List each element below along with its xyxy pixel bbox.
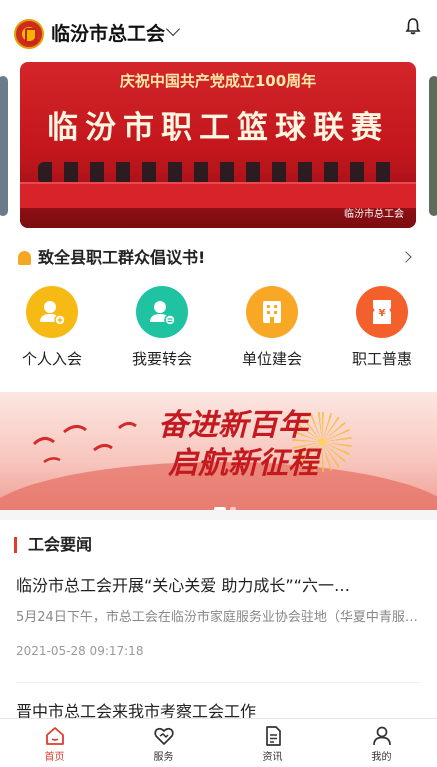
action-worker-benefits[interactable]: ¥ 职工普惠 [332,286,432,369]
chevron-right-icon[interactable] [400,251,412,263]
quick-actions: 个人入会 我要转会 单位建会 ¥ 职工普惠 [0,286,437,376]
article-summary: 5月24日下午，市总工会在临汾市家庭服务业协会驻地（华夏中青服… [16,610,418,625]
action-label: 单位建会 [241,350,302,368]
action-found-union[interactable]: 单位建会 [222,286,322,369]
tab-service[interactable]: 服务 [109,719,218,767]
banner-slide[interactable]: 庆祝中国共产党成立100周年 临汾市职工篮球联赛 临汾市总工会 [20,62,416,228]
tab-label: 服务 [153,752,174,763]
service-icon [153,727,174,745]
banner-carousel[interactable]: 庆祝中国共产党成立100周年 临汾市职工篮球联赛 临汾市总工会 [0,62,437,228]
banner-people [38,162,398,184]
union-logo [14,19,44,49]
banner-prev-peek[interactable] [0,76,8,216]
action-label: 职工普惠 [351,350,412,368]
home-icon [45,727,64,745]
action-transfer-union[interactable]: 我要转会 [112,286,212,369]
tab-label: 首页 [44,752,65,763]
article-separator [16,682,420,683]
banner-next-peek[interactable] [429,76,437,216]
notice-text[interactable]: 致全县职工群众倡议书! [38,246,205,270]
banner-subtitle: 庆祝中国共产党成立100周年 [119,72,317,90]
promo-slogan-2: 启航新征程 [168,446,318,481]
person-add-icon [26,286,78,338]
chevron-down-icon[interactable] [165,21,181,37]
action-label: 我要转会 [131,350,192,368]
tab-news[interactable]: 资讯 [218,719,327,767]
bottom-tab-bar: 首页 服务 资讯 我的 [0,718,437,767]
building-icon [246,286,298,338]
tab-profile[interactable]: 我的 [327,719,436,767]
notice-bar[interactable]: 致全县职工群众倡议书! [18,246,418,270]
tab-home[interactable]: 首页 [0,719,109,767]
voucher-icon: ¥ [356,286,408,338]
tab-label: 我的 [371,752,392,763]
action-join-union[interactable]: 个人入会 [2,286,102,369]
org-title[interactable]: 临汾市总工会 [51,19,165,49]
section-title: 工会要闻 [28,535,93,554]
article-date: 2021-05-28 09:17:18 [16,644,144,658]
news-article[interactable]: 临汾市总工会开展“关心关爱 助力成长”“六一… 5月24日下午，市总工会在临汾市… [16,574,420,658]
banner-title: 临汾市职工篮球联赛 [47,110,389,146]
section-divider [0,510,437,520]
banner-watermark: 临汾市总工会 [344,209,404,220]
tab-label: 资讯 [262,752,283,763]
news-icon [265,726,281,746]
carousel-indicator [212,496,238,510]
promo-banner[interactable]: 奋进新百年 启航新征程 [0,392,437,510]
bell-icon[interactable] [405,17,421,35]
top-header: 临汾市总工会 [0,0,437,64]
action-label: 个人入会 [21,350,82,368]
person-transfer-icon [136,286,188,338]
section-accent-bar [14,537,17,553]
article-title[interactable]: 临汾市总工会开展“关心关爱 助力成长”“六一… [16,574,420,598]
svg-text:¥: ¥ [379,308,386,319]
profile-icon [372,726,391,746]
bell-notice-icon [18,251,31,265]
